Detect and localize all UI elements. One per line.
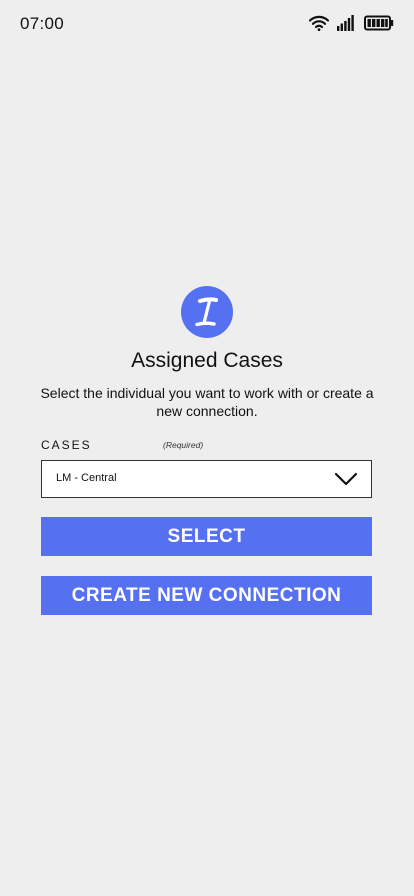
battery-icon [364,15,394,31]
status-icons [309,15,394,31]
signal-icon [337,15,356,31]
required-note: (Required) [163,440,204,450]
cases-dropdown-value: LM - Central [56,472,117,484]
page-subtitle: Select the individual you want to work w… [40,385,374,419]
status-time: 07:00 [20,14,65,33]
cases-field-label: CASES [41,438,92,452]
app-logo [181,286,233,338]
cases-dropdown[interactable]: LM - Central [41,460,372,498]
case-logo-icon [195,297,218,327]
create-new-connection-button[interactable]: CREATE NEW CONNECTION [41,576,372,615]
wifi-icon [309,15,329,31]
chevron-down-icon [334,472,358,491]
select-button[interactable]: SELECT [41,517,372,556]
status-bar: 07:00 [0,0,414,50]
page-title: Assigned Cases [131,349,283,372]
